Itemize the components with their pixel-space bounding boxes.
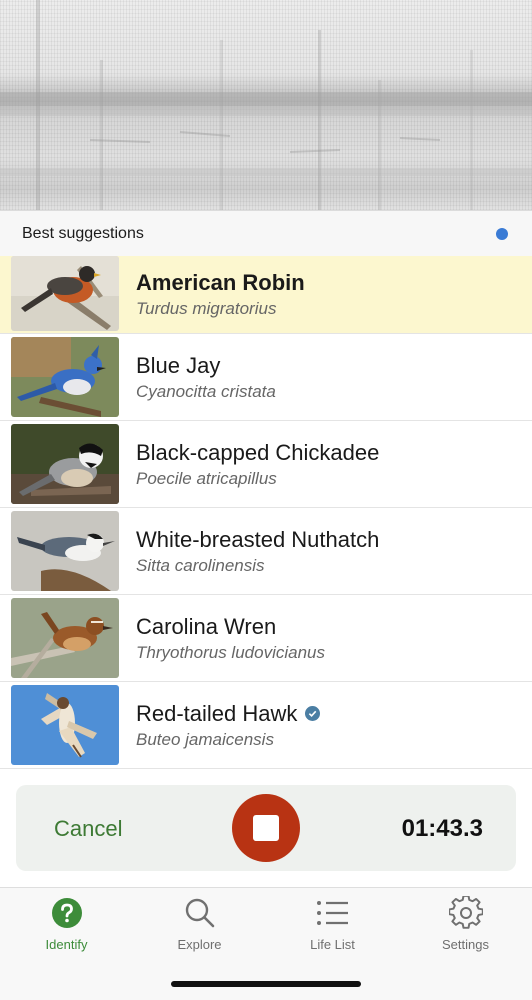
scientific-name: Sitta carolinensis bbox=[136, 555, 265, 575]
tab-label: Life List bbox=[310, 937, 355, 952]
cancel-button[interactable]: Cancel bbox=[54, 816, 122, 842]
verified-badge-icon bbox=[305, 706, 321, 721]
common-name: Carolina Wren bbox=[136, 613, 277, 639]
spectrogram-traces bbox=[0, 0, 532, 210]
question-circle-icon bbox=[50, 896, 84, 930]
suggestions-header: Best suggestions bbox=[0, 210, 532, 256]
list-item-red-tailed-hawk[interactable]: Red-tailed Hawk Buteo jamaicensis bbox=[0, 682, 532, 769]
tab-label: Explore bbox=[177, 937, 222, 952]
suggestion-list: American Robin Turdus migratorius Blue J… bbox=[0, 256, 532, 769]
tab-explore[interactable]: Explore bbox=[133, 896, 266, 968]
list-item-blue-jay[interactable]: Blue Jay Cyanocitta cristata bbox=[0, 334, 532, 421]
home-indicator[interactable] bbox=[171, 981, 361, 987]
common-name: Blue Jay bbox=[136, 352, 221, 378]
stop-icon bbox=[253, 815, 279, 841]
scientific-name: Cyanocitta cristata bbox=[136, 381, 276, 401]
common-name: American Robin bbox=[136, 270, 305, 295]
list-icon bbox=[316, 896, 350, 930]
recording-status-dot bbox=[496, 227, 508, 240]
list-item-white-breasted-nuthatch[interactable]: White-breasted Nuthatch Sitta carolinens… bbox=[0, 508, 532, 595]
recording-timer: 01:43.3 bbox=[401, 815, 483, 842]
gear-icon bbox=[448, 896, 483, 930]
tab-identify[interactable]: Identify bbox=[0, 896, 133, 968]
list-item-carolina-wren[interactable]: Carolina Wren Thryothorus ludovicianus bbox=[0, 595, 532, 682]
tab-life-list[interactable]: Life List bbox=[266, 896, 399, 968]
common-name: Red-tailed Hawk bbox=[136, 700, 298, 726]
black-capped-chickadee-photo bbox=[11, 424, 119, 504]
list-item-black-capped-chickadee[interactable]: Black-capped Chickadee Poecile atricapil… bbox=[0, 421, 532, 508]
american-robin-photo bbox=[11, 256, 119, 331]
recording-controls: Cancel 01:43.3 bbox=[16, 785, 516, 871]
list-item-american-robin[interactable]: American Robin Turdus migratorius bbox=[0, 256, 532, 334]
tab-label: Settings bbox=[442, 937, 489, 952]
scientific-name: Poecile atricapillus bbox=[136, 468, 277, 488]
scientific-name: Buteo jamaicensis bbox=[136, 729, 274, 749]
tab-label: Identify bbox=[45, 937, 88, 952]
scientific-name: Thryothorus ludovicianus bbox=[136, 642, 325, 662]
white-breasted-nuthatch-photo bbox=[11, 511, 119, 591]
scientific-name: Turdus migratorius bbox=[136, 299, 277, 318]
spectrogram bbox=[0, 0, 532, 210]
carolina-wren-photo bbox=[11, 598, 119, 678]
red-tailed-hawk-photo bbox=[11, 685, 119, 765]
blue-jay-photo bbox=[11, 337, 119, 417]
tab-settings[interactable]: Settings bbox=[399, 896, 532, 968]
suggestions-title: Best suggestions bbox=[22, 224, 144, 242]
stop-recording-button[interactable] bbox=[232, 794, 300, 862]
search-icon bbox=[183, 896, 217, 930]
common-name: White-breasted Nuthatch bbox=[136, 526, 380, 552]
common-name: Black-capped Chickadee bbox=[136, 439, 380, 465]
